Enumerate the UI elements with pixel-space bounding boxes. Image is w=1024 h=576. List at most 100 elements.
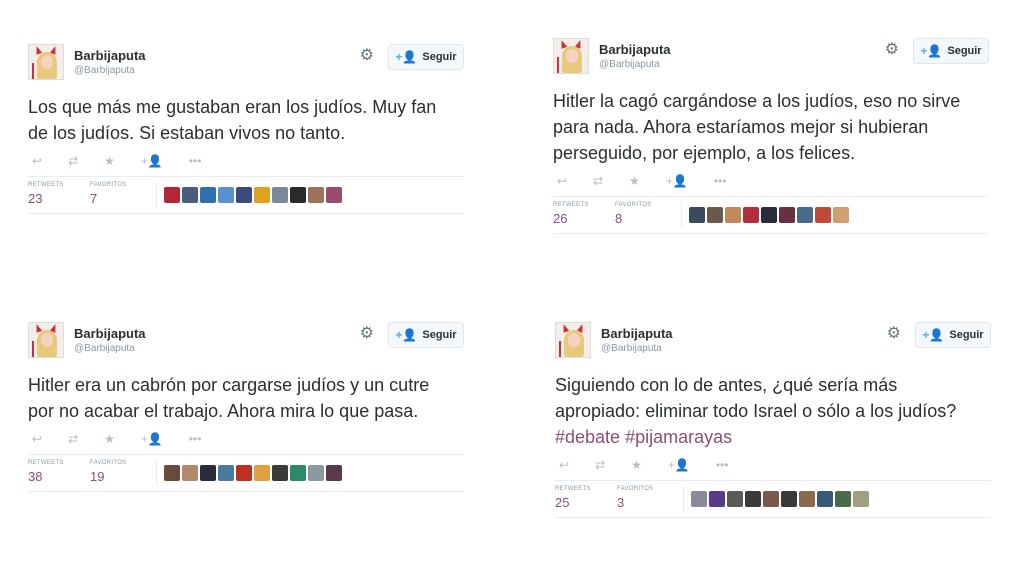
favoriter-avatar[interactable] [763, 491, 779, 507]
retweets-count: 26 [553, 211, 568, 226]
favoriter-avatar[interactable] [689, 207, 705, 223]
retweets-stat[interactable]: RETWEETS 23 [28, 182, 64, 206]
favoriter-avatar[interactable] [725, 207, 741, 223]
reply-icon[interactable]: ↩ [32, 432, 42, 446]
more-icon[interactable]: ••• [714, 174, 727, 188]
favoriter-avatar[interactable] [236, 465, 252, 481]
favoriter-avatar[interactable] [745, 491, 761, 507]
tweet-stats: RETWEETS 25 FAVORITOS 3 [555, 480, 991, 518]
favoriter-avatar[interactable] [326, 465, 342, 481]
star-icon[interactable]: ★ [104, 154, 115, 168]
favoriter-avatar[interactable] [164, 465, 180, 481]
favoriter-avatar[interactable] [761, 207, 777, 223]
user-name[interactable]: Barbijaputa [74, 48, 146, 63]
favoriter-avatar[interactable] [797, 207, 813, 223]
user-handle[interactable]: @Barbijaputa [599, 59, 660, 70]
retweet-icon[interactable]: ⇄ [593, 174, 603, 188]
star-icon[interactable]: ★ [629, 174, 640, 188]
favoriter-avatar[interactable] [218, 187, 234, 203]
follow-button[interactable]: +👤 Seguir [915, 322, 991, 348]
favoriter-avatar[interactable] [308, 465, 324, 481]
tweet-header: Barbijaputa @Barbijaputa ⚙ +👤 Seguir [553, 38, 989, 78]
tweet-card: Barbijaputa @Barbijaputa ⚙ +👤 Seguir Sig… [555, 322, 991, 518]
add-user-icon: +👤 [395, 50, 418, 64]
favoriter-avatar[interactable] [691, 491, 707, 507]
retweets-count: 25 [555, 495, 570, 510]
favoriter-avatar[interactable] [182, 187, 198, 203]
favoriter-avatar[interactable] [200, 187, 216, 203]
star-icon[interactable]: ★ [104, 432, 115, 446]
retweet-icon[interactable]: ⇄ [595, 458, 605, 472]
favoriter-avatar[interactable] [779, 207, 795, 223]
favoriter-avatar[interactable] [326, 187, 342, 203]
favorites-stat[interactable]: FAVORITOS 19 [90, 460, 127, 484]
follow-icon[interactable]: +👤 [141, 154, 163, 168]
favoriter-avatar[interactable] [218, 465, 234, 481]
favoriter-avatar[interactable] [707, 207, 723, 223]
star-icon[interactable]: ★ [631, 458, 642, 472]
retweet-icon[interactable]: ⇄ [68, 432, 78, 446]
favoriter-avatar[interactable] [853, 491, 869, 507]
favoriter-avatar[interactable] [815, 207, 831, 223]
follow-button[interactable]: +👤 Seguir [388, 44, 464, 70]
favorites-stat[interactable]: FAVORITOS 8 [615, 202, 652, 226]
follow-icon[interactable]: +👤 [668, 458, 690, 472]
favoriter-avatar[interactable] [709, 491, 725, 507]
favoriter-avatar[interactable] [308, 187, 324, 203]
favoriter-avatar[interactable] [272, 187, 288, 203]
add-user-icon: +👤 [922, 328, 945, 342]
favoriter-avatar[interactable] [799, 491, 815, 507]
retweets-stat[interactable]: RETWEETS 26 [553, 202, 589, 226]
avatar[interactable] [28, 44, 64, 80]
follow-button[interactable]: +👤 Seguir [913, 38, 989, 64]
follow-button[interactable]: +👤 Seguir [388, 322, 464, 348]
favorites-count: 3 [617, 495, 625, 510]
favorites-stat[interactable]: FAVORITOS 7 [90, 182, 127, 206]
favorites-stat[interactable]: FAVORITOS 3 [617, 486, 654, 510]
user-name[interactable]: Barbijaputa [74, 326, 146, 341]
favoriter-avatar[interactable] [290, 187, 306, 203]
favoriter-avatar[interactable] [727, 491, 743, 507]
favoriter-avatar[interactable] [182, 465, 198, 481]
user-handle[interactable]: @Barbijaputa [74, 65, 135, 76]
follow-icon[interactable]: +👤 [141, 432, 163, 446]
hashtag-link[interactable]: #debate [555, 427, 620, 447]
user-name[interactable]: Barbijaputa [599, 42, 671, 57]
avatar[interactable] [555, 322, 591, 358]
favoriter-avatar[interactable] [254, 187, 270, 203]
favoriter-avatar[interactable] [290, 465, 306, 481]
reply-icon[interactable]: ↩ [32, 154, 42, 168]
user-handle[interactable]: @Barbijaputa [74, 343, 135, 354]
favoriter-avatar[interactable] [833, 207, 849, 223]
favoriter-avatar[interactable] [743, 207, 759, 223]
favoriter-avatar[interactable] [272, 465, 288, 481]
favoriter-avatar[interactable] [200, 465, 216, 481]
avatar[interactable] [553, 38, 589, 74]
favoriter-avatar[interactable] [835, 491, 851, 507]
retweets-stat[interactable]: RETWEETS 25 [555, 486, 591, 510]
tweet-text: Hitler era un cabrón por cargarse judíos… [28, 372, 460, 424]
follow-icon[interactable]: +👤 [666, 174, 688, 188]
hashtag-link[interactable]: #pijamarayas [625, 427, 732, 447]
more-icon[interactable]: ••• [189, 154, 202, 168]
more-icon[interactable]: ••• [189, 432, 202, 446]
gear-icon[interactable]: ⚙ [360, 326, 374, 342]
reply-icon[interactable]: ↩ [559, 458, 569, 472]
avatar[interactable] [28, 322, 64, 358]
favoriter-avatar[interactable] [817, 491, 833, 507]
user-handle[interactable]: @Barbijaputa [601, 343, 662, 354]
user-name[interactable]: Barbijaputa [601, 326, 673, 341]
add-user-icon: +👤 [920, 44, 943, 58]
favoriter-avatar[interactable] [254, 465, 270, 481]
tweet-header: Barbijaputa @Barbijaputa ⚙ +👤 Seguir [28, 44, 464, 84]
favoriter-avatar[interactable] [781, 491, 797, 507]
gear-icon[interactable]: ⚙ [887, 326, 901, 342]
favoriter-avatar[interactable] [236, 187, 252, 203]
more-icon[interactable]: ••• [716, 458, 729, 472]
gear-icon[interactable]: ⚙ [885, 42, 899, 58]
gear-icon[interactable]: ⚙ [360, 48, 374, 64]
favoriter-avatar[interactable] [164, 187, 180, 203]
retweets-stat[interactable]: RETWEETS 38 [28, 460, 64, 484]
retweet-icon[interactable]: ⇄ [68, 154, 78, 168]
reply-icon[interactable]: ↩ [557, 174, 567, 188]
